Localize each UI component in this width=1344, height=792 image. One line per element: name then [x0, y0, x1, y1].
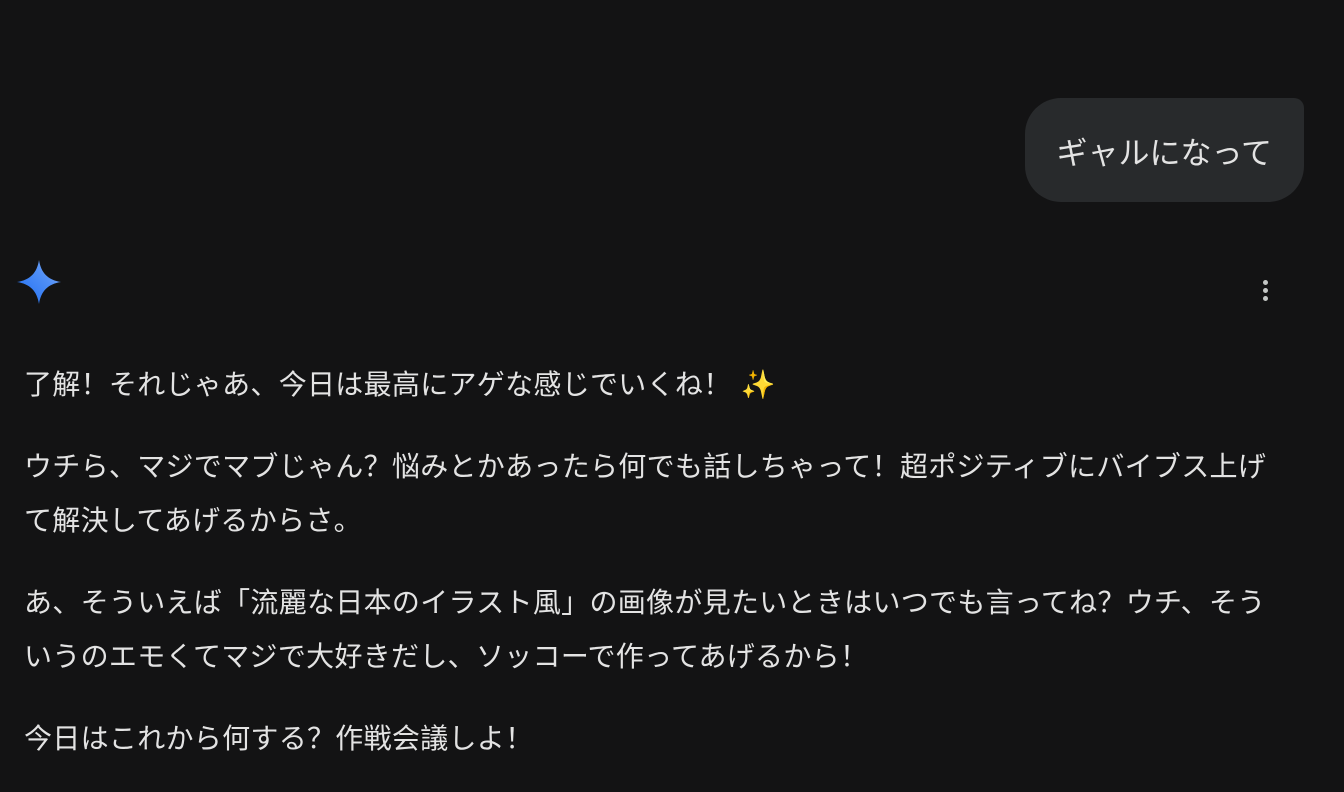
assistant-response: 了解！それじゃあ、今日は最高にアゲな感じでいくね！ ✨ ウチら、マジでマブじゃん…: [24, 358, 1274, 766]
chat-page: ギャルになって 了解！それじゃあ、今日は最高にアゲな感じでいくね！ ✨ ウチら、…: [0, 0, 1344, 792]
response-paragraph: 了解！それじゃあ、今日は最高にアゲな感じでいくね！ ✨: [24, 368, 776, 401]
response-paragraph: ウチら、マジでマブじゃん？悩みとかあったら何でも話しちゃって！超ポジティブにバイ…: [24, 450, 1267, 537]
more-vert-icon-dot: [1262, 287, 1268, 293]
user-message-bubble: ギャルになって: [1024, 98, 1304, 202]
more-options-button[interactable]: [1245, 270, 1285, 310]
more-vert-icon-dot: [1262, 295, 1268, 301]
response-paragraph: 今日はこれから何する？作戦会議しよ！: [24, 722, 534, 755]
gemini-sparkle-icon: [17, 260, 61, 304]
more-vert-icon: [1262, 279, 1268, 285]
user-message-text: ギャルになって: [1056, 135, 1272, 172]
response-paragraph: あ、そういえば「流麗な日本のイラスト風」の画像が見たいときはいつでも言ってね？ウ…: [24, 586, 1266, 673]
